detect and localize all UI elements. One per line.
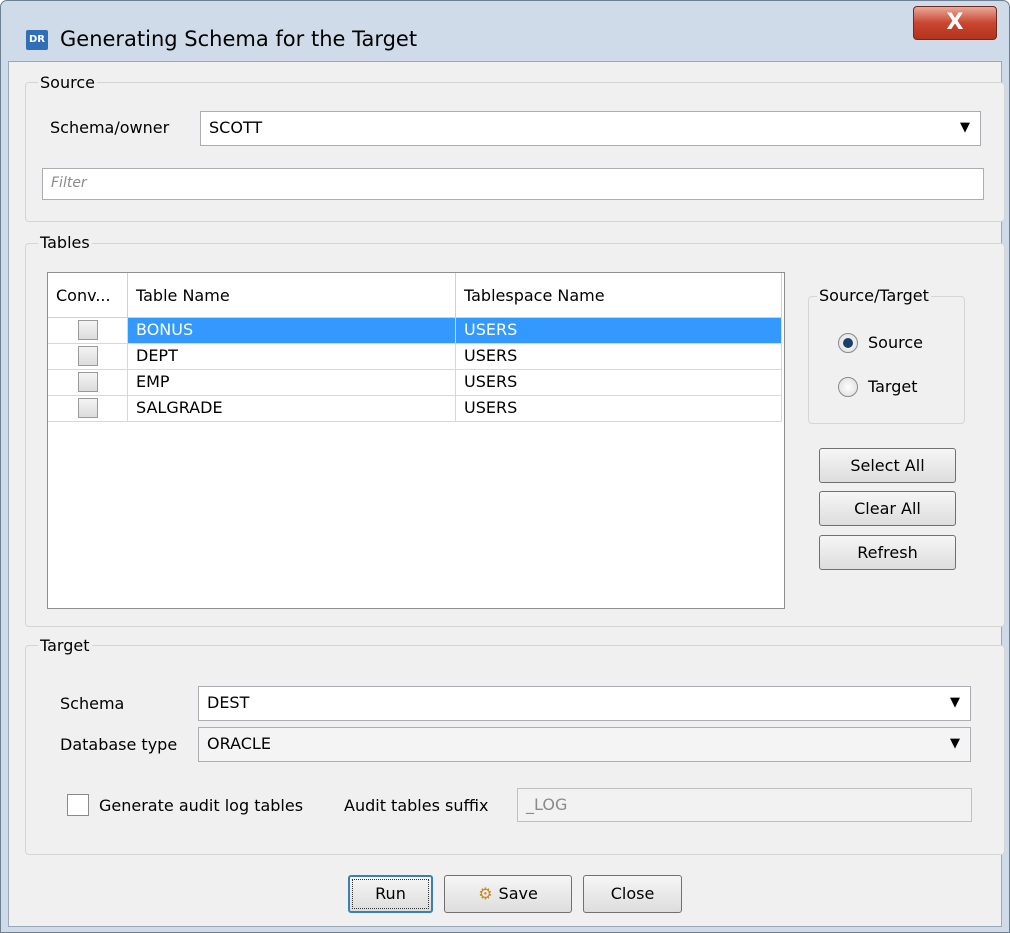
source-target-group-label: Source/Target [817,286,931,305]
audit-suffix-value: _LOG [526,795,568,814]
source-group-label: Source [38,73,97,92]
database-type-label: Database type [60,735,178,754]
audit-log-checkbox[interactable] [67,794,89,816]
conv-cell [48,318,128,344]
table-name-cell: EMP [128,370,456,396]
target-schema-value: DEST [207,693,250,712]
chevron-down-icon: ▼ [960,120,970,135]
table-row[interactable]: SALGRADE USERS [48,396,782,422]
conv-cell [48,344,128,370]
tablespace-cell: USERS [456,344,782,370]
chevron-down-icon: ▼ [950,695,960,710]
database-type-value: ORACLE [207,734,271,753]
clear-all-button[interactable]: Clear All [819,491,956,526]
select-all-button[interactable]: Select All [819,448,956,483]
save-button-label: Save [498,884,538,903]
source-radio-label[interactable]: Source [868,333,923,352]
schema-owner-combo[interactable]: SCOTT ▼ [200,111,981,146]
source-target-group [808,296,965,424]
target-radio[interactable] [838,377,858,397]
tablespace-cell: USERS [456,318,782,344]
close-window-button[interactable]: X [913,6,997,40]
refresh-button[interactable]: Refresh [819,535,956,570]
filter-input[interactable]: Filter [42,168,984,200]
save-button[interactable]: ⚙ Save [444,875,572,913]
audit-suffix-label: Audit tables suffix [344,796,489,815]
column-header-conv[interactable]: Conv... [48,273,128,318]
window-title: Generating Schema for the Target [60,27,418,51]
source-radio[interactable] [838,333,858,353]
tablespace-cell: USERS [456,370,782,396]
column-header-tablespace-name[interactable]: Tablespace Name [456,273,782,318]
target-group-label: Target [38,636,92,655]
save-gear-icon: ⚙ [478,884,493,903]
target-schema-combo[interactable]: DEST ▼ [198,686,971,721]
database-type-combo[interactable]: ORACLE ▼ [198,727,971,762]
column-header-table-name[interactable]: Table Name [128,273,456,318]
tables-grid[interactable]: Conv... Table Name Tablespace Name BONUS… [47,272,785,609]
schema-owner-label: Schema/owner [50,118,170,137]
source-group [25,82,1005,222]
table-row[interactable]: EMP USERS [48,370,782,396]
table-name-cell: DEPT [128,344,456,370]
audit-suffix-input[interactable]: _LOG [517,788,972,822]
table-row[interactable]: BONUS USERS [48,318,782,344]
conv-cell [48,396,128,422]
app-icon: DR [26,30,48,50]
convert-checkbox[interactable] [78,398,98,418]
convert-checkbox[interactable] [78,320,98,340]
audit-log-label[interactable]: Generate audit log tables [99,796,303,815]
tablespace-cell: USERS [456,396,782,422]
schema-owner-value: SCOTT [209,118,263,137]
tables-group-label: Tables [38,233,92,252]
chevron-down-icon: ▼ [950,736,960,751]
table-row[interactable]: DEPT USERS [48,344,782,370]
table-name-cell: BONUS [128,318,456,344]
target-schema-label: Schema [60,694,125,713]
convert-checkbox[interactable] [78,346,98,366]
run-button[interactable]: Run [348,875,433,913]
conv-cell [48,370,128,396]
target-radio-label[interactable]: Target [868,377,918,396]
convert-checkbox[interactable] [78,372,98,392]
table-name-cell: SALGRADE [128,396,456,422]
filter-placeholder: Filter [51,175,87,191]
close-button[interactable]: Close [583,875,682,913]
